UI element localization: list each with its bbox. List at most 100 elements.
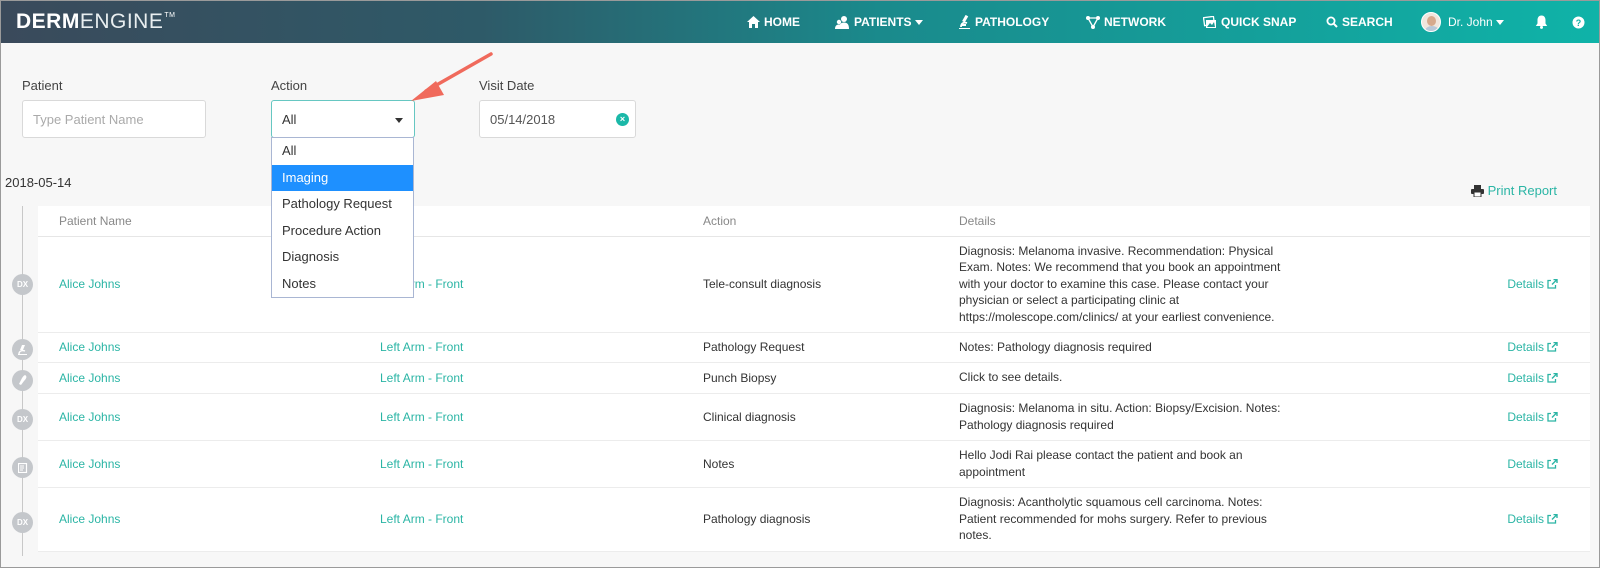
external-link-icon xyxy=(1547,342,1558,352)
details-link[interactable]: Details xyxy=(1507,410,1558,424)
print-report-link[interactable]: Print Report xyxy=(1470,183,1557,198)
patient-name-link[interactable]: Alice Johns xyxy=(59,277,120,291)
details-link-label: Details xyxy=(1507,409,1544,424)
details-link[interactable]: Details xyxy=(1507,512,1558,526)
action-option-diagnosis[interactable]: Diagnosis xyxy=(272,244,413,271)
photos-icon xyxy=(1203,15,1216,28)
patient-name-link[interactable]: Alice Johns xyxy=(59,371,120,385)
location-link[interactable]: Left Arm - Front xyxy=(380,371,463,385)
action-option-pathology-request[interactable]: Pathology Request xyxy=(272,191,413,218)
diagnosis-icon: DX xyxy=(12,409,33,430)
nav-quick-snap-label: QUICK SNAP xyxy=(1221,15,1297,29)
nav-patients[interactable]: PATIENTS xyxy=(835,1,923,43)
details-link[interactable]: Details xyxy=(1507,371,1558,385)
location-link[interactable]: Left Arm - Front xyxy=(380,512,463,526)
column-header-details[interactable]: Details xyxy=(959,206,1282,237)
diagnosis-icon: DX xyxy=(12,274,33,295)
details-cell: Notes: Pathology diagnosis required xyxy=(959,332,1282,363)
details-cell: Diagnosis: Melanoma invasive. Recommenda… xyxy=(959,236,1282,333)
timeline-dot-label: DX xyxy=(16,280,29,289)
details-link-label: Details xyxy=(1507,512,1544,526)
caret-down-icon xyxy=(395,118,403,123)
action-cell: Tele-consult diagnosis xyxy=(703,236,959,333)
action-cell: Punch Biopsy xyxy=(703,362,959,394)
external-link-icon xyxy=(1547,372,1558,383)
patient-name-input[interactable] xyxy=(33,111,205,127)
svg-text:?: ? xyxy=(1576,18,1582,28)
timeline-dot-label: DX xyxy=(16,518,29,527)
column-header-location[interactable] xyxy=(380,206,703,237)
action-cell: Pathology diagnosis xyxy=(703,487,959,552)
visit-date-input[interactable] xyxy=(490,111,635,127)
column-header-link xyxy=(1282,206,1590,237)
search-icon xyxy=(1326,16,1338,28)
action-option-all[interactable]: All xyxy=(272,138,413,165)
patient-filter-label: Patient xyxy=(22,78,63,93)
nav-search-label: SEARCH xyxy=(1342,15,1393,29)
nav-home[interactable]: HOME xyxy=(747,1,800,43)
nav-pathology-label: PATHOLOGY xyxy=(975,15,1050,29)
question-circle-icon: ? xyxy=(1572,16,1585,28)
table-row: Alice Johns Left Arm - Front Pathology d… xyxy=(38,487,1590,552)
column-header-action[interactable]: Action xyxy=(703,206,959,237)
details-link-label: Details xyxy=(1507,370,1544,385)
table-row: Alice Johns Left Arm - Front Clinical di… xyxy=(38,393,1590,441)
action-cell: Clinical diagnosis xyxy=(703,393,959,441)
details-link[interactable]: Details xyxy=(1507,340,1558,354)
table-row: Alice Johns Left Arm - Front Punch Biops… xyxy=(38,362,1590,394)
clear-date-icon[interactable]: × xyxy=(616,113,629,126)
action-cell: Pathology Request xyxy=(703,332,959,363)
chevron-down-icon xyxy=(1495,19,1504,25)
external-link-icon xyxy=(1547,514,1558,524)
avatar xyxy=(1421,12,1441,32)
nav-network-label: NETWORK xyxy=(1104,15,1166,29)
microscope-icon xyxy=(959,15,970,29)
nav-search[interactable]: SEARCH xyxy=(1326,1,1393,43)
patient-name-link[interactable]: Alice Johns xyxy=(59,457,120,471)
help-button[interactable]: ? xyxy=(1572,1,1589,43)
location-link[interactable]: Left Arm - Front xyxy=(380,340,463,354)
bell-icon xyxy=(1535,15,1548,29)
patient-name-link[interactable]: Alice Johns xyxy=(59,340,120,354)
nav-home-label: HOME xyxy=(764,15,800,29)
location-link[interactable]: Left Arm - Front xyxy=(380,410,463,424)
home-icon xyxy=(747,16,760,28)
details-link-label: Details xyxy=(1507,340,1544,354)
nav-quick-snap[interactable]: QUICK SNAP xyxy=(1203,1,1296,43)
scalpel-icon xyxy=(12,370,33,391)
patient-name-link[interactable]: Alice Johns xyxy=(59,512,120,526)
action-option-notes[interactable]: Notes xyxy=(272,271,413,298)
microscope-icon xyxy=(12,339,33,360)
user-menu[interactable]: Dr. John xyxy=(1421,1,1504,43)
action-select[interactable]: All xyxy=(271,100,415,138)
action-option-imaging[interactable]: Imaging xyxy=(272,164,413,191)
nav-network[interactable]: NETWORK xyxy=(1086,1,1166,43)
visit-date-field[interactable]: × xyxy=(479,100,636,138)
details-link-label: Details xyxy=(1507,456,1544,471)
location-link[interactable]: Left Arm - Front xyxy=(380,457,463,471)
patient-name-link[interactable]: Alice Johns xyxy=(59,410,120,424)
notifications-button[interactable] xyxy=(1535,1,1552,43)
action-select-value: All xyxy=(282,111,297,127)
patient-search-field[interactable] xyxy=(22,100,206,138)
table-row: Alice Johns Left Arm - Front Pathology R… xyxy=(38,332,1590,363)
action-filter-label: Action xyxy=(271,78,308,93)
printer-icon xyxy=(1470,184,1484,197)
action-cell: Notes xyxy=(703,440,959,488)
details-link[interactable]: Details xyxy=(1507,277,1558,291)
details-link[interactable]: Details xyxy=(1507,457,1558,471)
external-link-icon xyxy=(1547,279,1558,289)
print-report-label: Print Report xyxy=(1487,183,1557,198)
diagnosis-icon: DX xyxy=(12,512,33,533)
action-option-procedure-action[interactable]: Procedure Action xyxy=(272,218,413,245)
nav-pathology[interactable]: PATHOLOGY xyxy=(958,1,1049,43)
chevron-down-icon xyxy=(914,19,923,25)
annotation-arrow xyxy=(411,52,493,101)
patients-icon xyxy=(835,15,849,29)
nav-patients-label: PATIENTS xyxy=(854,15,912,29)
details-cell: Diagnosis: Melanoma in situ. Action: Bio… xyxy=(959,393,1282,441)
table-row: Alice Johns Left Arm - Front Notes Hello… xyxy=(38,440,1590,488)
details-cell: Diagnosis: Acantholytic squamous cell ca… xyxy=(959,487,1282,552)
network-icon xyxy=(1086,15,1100,29)
details-cell: Hello Jodi Rai please contact the patien… xyxy=(959,440,1282,488)
